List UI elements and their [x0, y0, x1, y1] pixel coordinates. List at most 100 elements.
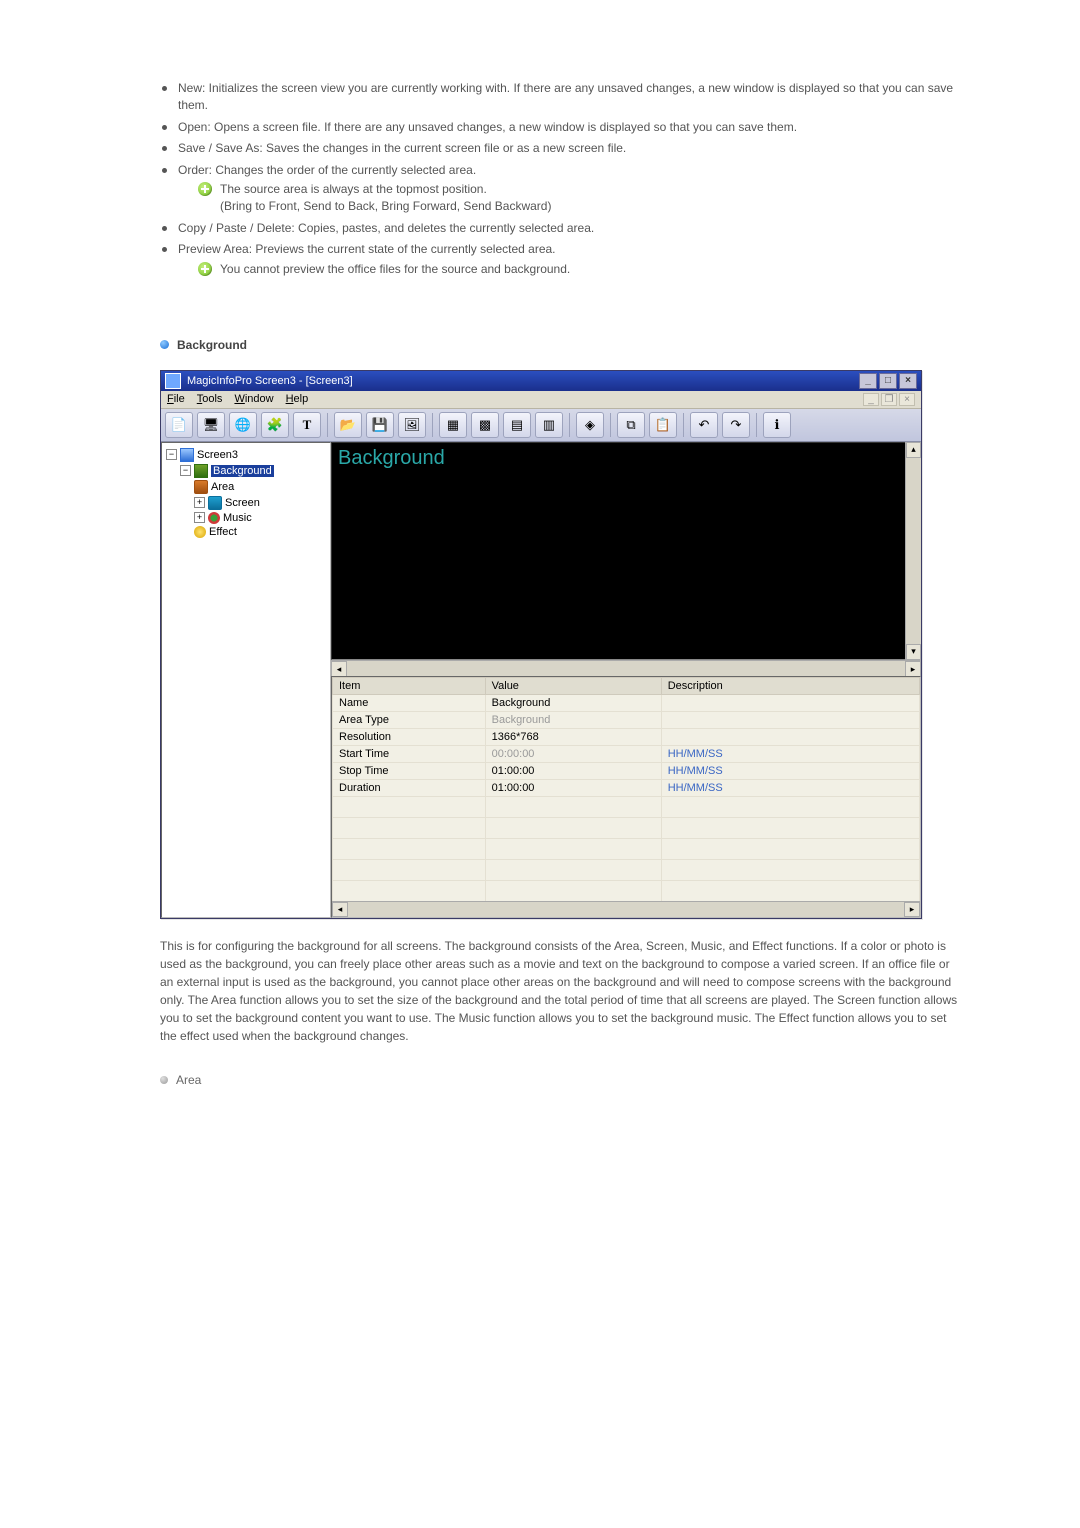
table-row[interactable]: Duration 01:00:00 HH/MM/SS — [333, 779, 920, 796]
music-icon — [208, 512, 220, 524]
table-row — [333, 817, 920, 838]
table-row[interactable]: Name Background — [333, 694, 920, 711]
cell-desc — [661, 694, 919, 711]
table-row — [333, 880, 920, 901]
bullet-icon — [160, 1076, 168, 1084]
list-text: New: Initializes the screen view you are… — [178, 81, 953, 112]
tree-label-selected: Background — [211, 465, 274, 477]
plus-icon — [198, 182, 212, 196]
tool-info-icon[interactable]: ℹ — [763, 412, 791, 438]
toolbar-separator — [432, 413, 433, 437]
note-text: (Bring to Front, Send to Back, Bring For… — [220, 199, 551, 213]
tool-paste-icon[interactable]: 📋 — [649, 412, 677, 438]
tool-monitor-icon[interactable]: 🖥 — [197, 412, 225, 438]
cell-desc: HH/MM/SS — [661, 779, 919, 796]
scroll-down-icon[interactable]: ▾ — [906, 644, 921, 660]
expand-icon[interactable]: + — [194, 497, 205, 508]
tool-preview-icon[interactable]: ◈ — [576, 412, 604, 438]
doc-minimize-button[interactable]: _ — [863, 393, 879, 406]
menu-file[interactable]: File — [167, 393, 185, 406]
cell-value: 00:00:00 — [485, 745, 661, 762]
cell-item: Start Time — [333, 745, 486, 762]
tool-forward-icon[interactable]: ▤ — [503, 412, 531, 438]
list-text: Preview Area: Previews the current state… — [178, 242, 556, 256]
list-item: Save / Save As: Saves the changes in the… — [160, 140, 960, 157]
tool-image-icon[interactable]: 🖼 — [398, 412, 426, 438]
list-item: Preview Area: Previews the current state… — [160, 241, 960, 278]
horizontal-scrollbar[interactable]: ◂ ▸ — [331, 660, 921, 676]
section-heading-background: Background — [160, 338, 960, 352]
cell-item: Resolution — [333, 728, 486, 745]
tool-bring-front-icon[interactable]: ▦ — [439, 412, 467, 438]
scroll-up-icon[interactable]: ▴ — [906, 442, 921, 458]
sub-title: Area — [176, 1073, 201, 1087]
menu-help[interactable]: Help — [286, 393, 309, 406]
canvas[interactable]: Background — [331, 442, 921, 660]
tree-item-screen[interactable]: + Screen — [166, 495, 326, 511]
minimize-button[interactable]: _ — [859, 373, 877, 389]
cell-value[interactable]: 01:00:00 — [485, 779, 661, 796]
doc-close-button[interactable]: × — [899, 393, 915, 406]
doc-restore-button[interactable]: ❐ — [881, 393, 897, 406]
scroll-right-icon[interactable]: ▸ — [904, 902, 920, 917]
window-title: MagicInfoPro Screen3 - [Screen3] — [187, 375, 353, 387]
cell-value: Background — [485, 711, 661, 728]
properties-scrollbar[interactable]: ◂ ▸ — [332, 901, 920, 917]
cell-desc — [661, 728, 919, 745]
tool-backward-icon[interactable]: ▥ — [535, 412, 563, 438]
canvas-column: Background ▴ ▾ ◂ ▸ Item V — [331, 442, 921, 918]
menu-tools[interactable]: Tools — [197, 393, 223, 406]
cell-item: Area Type — [333, 711, 486, 728]
cell-value[interactable]: 1366*768 — [485, 728, 661, 745]
tree-item-effect[interactable]: Effect — [166, 525, 326, 539]
tool-new-icon[interactable]: 📄 — [165, 412, 193, 438]
tool-copy-icon[interactable]: ⧉ — [617, 412, 645, 438]
table-row[interactable]: Area Type Background — [333, 711, 920, 728]
tree-item-root[interactable]: − Screen3 — [166, 447, 326, 463]
expand-icon[interactable]: + — [194, 512, 205, 523]
tree-item-music[interactable]: + Music — [166, 511, 326, 525]
tool-undo-icon[interactable]: ↶ — [690, 412, 718, 438]
collapse-icon[interactable]: − — [166, 449, 177, 460]
effect-icon — [194, 526, 206, 538]
background-icon — [194, 464, 208, 478]
list-text: Copy / Paste / Delete: Copies, pastes, a… — [178, 221, 594, 235]
note-item: You cannot preview the office files for … — [198, 261, 960, 278]
title-bar: MagicInfoPro Screen3 - [Screen3] _ □ × — [161, 371, 921, 391]
cell-value[interactable]: Background — [485, 694, 661, 711]
cell-value[interactable]: 01:00:00 — [485, 762, 661, 779]
collapse-icon[interactable]: − — [180, 465, 191, 476]
feature-list: New: Initializes the screen view you are… — [160, 80, 960, 278]
close-button[interactable]: × — [899, 373, 917, 389]
canvas-label: Background — [338, 447, 445, 470]
vertical-scrollbar[interactable]: ▴ ▾ — [905, 442, 921, 660]
table-row — [333, 796, 920, 817]
tool-open-icon[interactable]: 📂 — [334, 412, 362, 438]
tool-send-back-icon[interactable]: ▩ — [471, 412, 499, 438]
tool-globe-icon[interactable]: 🌐 — [229, 412, 257, 438]
section-title: Background — [177, 338, 247, 352]
menu-window[interactable]: Window — [234, 393, 273, 406]
toolbar: 📄 🖥 🌐 🧩 T 📂 💾 🖼 ▦ ▩ ▤ ▥ ◈ ⧉ 📋 ↶ ↷ ℹ — [161, 409, 921, 442]
maximize-button[interactable]: □ — [879, 373, 897, 389]
note-item: (Bring to Front, Send to Back, Bring For… — [198, 198, 960, 215]
list-item: Order: Changes the order of the currentl… — [160, 162, 960, 216]
table-row — [333, 859, 920, 880]
table-row[interactable]: Start Time 00:00:00 HH/MM/SS — [333, 745, 920, 762]
properties-table: Item Value Description Name Background A… — [332, 677, 920, 902]
toolbar-separator — [610, 413, 611, 437]
cell-desc — [661, 711, 919, 728]
tool-puzzle-icon[interactable]: 🧩 — [261, 412, 289, 438]
scroll-left-icon[interactable]: ◂ — [332, 902, 348, 917]
tree-label: Effect — [209, 526, 237, 538]
tool-save-icon[interactable]: 💾 — [366, 412, 394, 438]
table-row[interactable]: Stop Time 01:00:00 HH/MM/SS — [333, 762, 920, 779]
tool-text-icon[interactable]: T — [293, 412, 321, 438]
toolbar-separator — [569, 413, 570, 437]
table-row[interactable]: Resolution 1366*768 — [333, 728, 920, 745]
tree-item-background[interactable]: − Background — [166, 463, 326, 479]
table-header-row: Item Value Description — [333, 677, 920, 694]
tree-item-area[interactable]: Area — [166, 479, 326, 495]
canvas-wrap: Background ▴ ▾ — [331, 442, 921, 660]
tool-redo-icon[interactable]: ↷ — [722, 412, 750, 438]
